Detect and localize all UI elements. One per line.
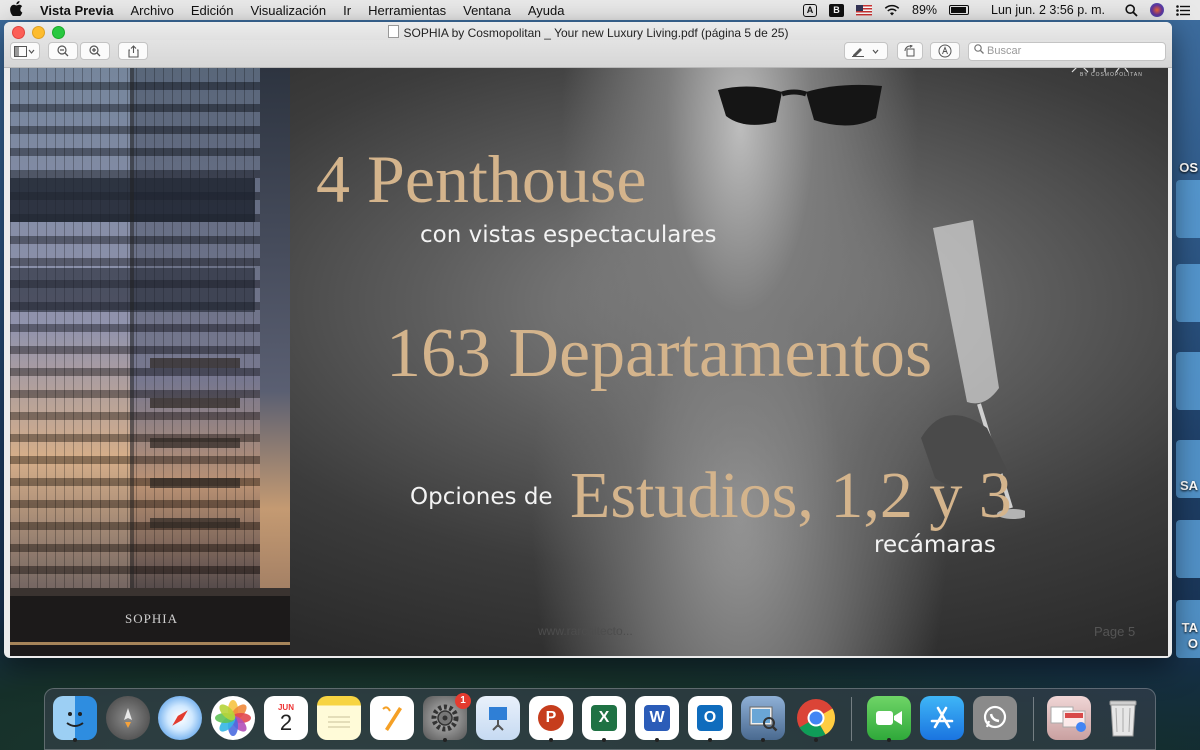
trash-icon[interactable] — [1101, 696, 1145, 740]
dock: JUN 2 1 P X W O — [44, 688, 1156, 750]
preview-icon[interactable] — [741, 696, 785, 742]
b-status-icon[interactable]: B — [829, 3, 844, 17]
building-tower-image: SOPHIA — [10, 68, 290, 656]
desktop-file-icon[interactable] — [1176, 180, 1200, 238]
building-sign-text: SOPHIA — [125, 611, 178, 626]
menu-ir[interactable]: Ir — [343, 3, 351, 18]
menu-app-name[interactable]: Vista Previa — [40, 3, 113, 18]
downloads-stack-icon[interactable] — [1047, 696, 1091, 740]
search-field[interactable]: Buscar — [968, 42, 1166, 61]
menu-herramientas[interactable]: Herramientas — [368, 3, 446, 18]
system-preferences-icon[interactable]: 1 — [423, 693, 471, 742]
subheadline-recamaras: recámaras — [874, 532, 996, 558]
annotate-button[interactable] — [930, 42, 960, 60]
facetime-icon[interactable] — [867, 696, 911, 742]
apple-menu-icon[interactable] — [10, 1, 26, 19]
menu-ventana[interactable]: Ventana — [463, 3, 511, 18]
powerpoint-icon[interactable]: P — [529, 696, 573, 742]
spotlight-search-icon[interactable] — [1125, 3, 1138, 17]
chrome-icon[interactable] — [794, 696, 838, 742]
running-indicator — [708, 738, 712, 742]
menu-bar: Vista Previa Archivo Edición Visualizaci… — [0, 0, 1200, 20]
running-indicator — [443, 738, 447, 742]
headline-departamentos: 163 Departamentos — [386, 315, 933, 392]
preview-window: SOPHIA by Cosmopolitan _ Your new Luxury… — [4, 22, 1172, 658]
finder-icon[interactable] — [53, 696, 97, 742]
menu-archivo[interactable]: Archivo — [130, 3, 173, 18]
siri-icon[interactable] — [1150, 3, 1164, 17]
desktop-file-icon[interactable] — [1176, 520, 1200, 578]
title-bar[interactable]: SOPHIA by Cosmopolitan _ Your new Luxury… — [4, 22, 1172, 40]
sunglasses-image — [718, 84, 882, 126]
calendar-day: 2 — [279, 709, 293, 735]
running-indicator — [602, 738, 606, 742]
headline-estudios: Estudios, 1,2 y 3 — [570, 459, 1012, 532]
word-icon[interactable]: W — [635, 696, 679, 742]
menu-edicion[interactable]: Edición — [191, 3, 234, 18]
sidebar-toggle-button[interactable] — [10, 42, 40, 60]
outlook-letter: O — [697, 705, 723, 731]
page-number: Page 5 — [1094, 624, 1136, 639]
excel-icon[interactable]: X — [582, 696, 626, 742]
battery-icon[interactable] — [949, 5, 970, 15]
desktop-file-icon[interactable] — [1176, 264, 1200, 322]
desktop-file-icon[interactable] — [1176, 352, 1200, 410]
zoom-out-button[interactable] — [48, 42, 78, 60]
running-indicator — [814, 738, 818, 742]
subheadline-views: con vistas espectaculares — [420, 222, 717, 248]
running-indicator — [549, 738, 553, 742]
pdf-page[interactable]: SOPHIA BY COSMOPOLITAN 4 Penthouse con v… — [10, 68, 1168, 656]
desktop-file-label[interactable]: SA — [1180, 478, 1198, 493]
clock[interactable]: Lun jun. 2 3:56 p. m. — [991, 3, 1105, 17]
running-indicator — [761, 738, 765, 742]
outlook-icon[interactable]: O — [688, 696, 732, 742]
pdf-document-icon — [387, 25, 399, 38]
app-store-icon[interactable] — [920, 696, 964, 740]
pages-icon[interactable] — [370, 696, 414, 740]
headline-penthouse: 4 Penthouse — [316, 141, 647, 217]
a-status-icon[interactable]: A — [803, 3, 817, 17]
launchpad-icon[interactable] — [106, 696, 150, 740]
logo-tagline: BY COSMOPOLITAN — [1080, 72, 1143, 78]
keynote-icon[interactable] — [476, 696, 520, 740]
notification-center-icon[interactable] — [1176, 3, 1190, 17]
window-title: SOPHIA by Cosmopolitan _ Your new Luxury… — [4, 25, 1172, 40]
input-source-flag-icon[interactable] — [856, 4, 872, 16]
search-icon — [974, 43, 984, 60]
running-indicator — [655, 738, 659, 742]
desktop-file-label[interactable]: TA — [1182, 620, 1198, 635]
running-indicator — [73, 738, 77, 742]
wifi-icon[interactable] — [884, 3, 900, 17]
notification-badge: 1 — [455, 693, 471, 709]
safari-icon[interactable] — [158, 696, 202, 740]
window-title-text: SOPHIA by Cosmopolitan _ Your new Luxury… — [403, 26, 789, 40]
markup-toolbar-button[interactable] — [844, 42, 888, 60]
page-watermark: www.rarchitecto... — [538, 624, 633, 638]
powerpoint-letter: P — [538, 705, 564, 731]
battery-percent[interactable]: 89% — [912, 3, 937, 17]
desktop-file-label[interactable]: O — [1188, 636, 1198, 651]
notes-icon[interactable] — [317, 696, 361, 740]
zoom-in-button[interactable] — [80, 42, 110, 60]
desktop-file-label[interactable]: OS — [1179, 160, 1198, 175]
dock-separator — [1033, 697, 1034, 741]
menu-ayuda[interactable]: Ayuda — [528, 3, 565, 18]
running-indicator — [887, 738, 891, 742]
options-prefix: Opciones de — [410, 484, 553, 510]
word-letter: W — [644, 705, 670, 731]
share-button[interactable] — [118, 42, 148, 60]
photos-icon[interactable] — [211, 696, 255, 740]
calendar-icon[interactable]: JUN 2 — [264, 696, 308, 740]
menu-visualizacion[interactable]: Visualización — [250, 3, 326, 18]
toolbar: Buscar — [4, 40, 1172, 68]
excel-letter: X — [591, 705, 617, 731]
whatsapp-icon[interactable] — [973, 696, 1017, 740]
rotate-button[interactable] — [897, 42, 923, 60]
search-placeholder: Buscar — [987, 45, 1022, 57]
dock-separator — [851, 697, 852, 741]
